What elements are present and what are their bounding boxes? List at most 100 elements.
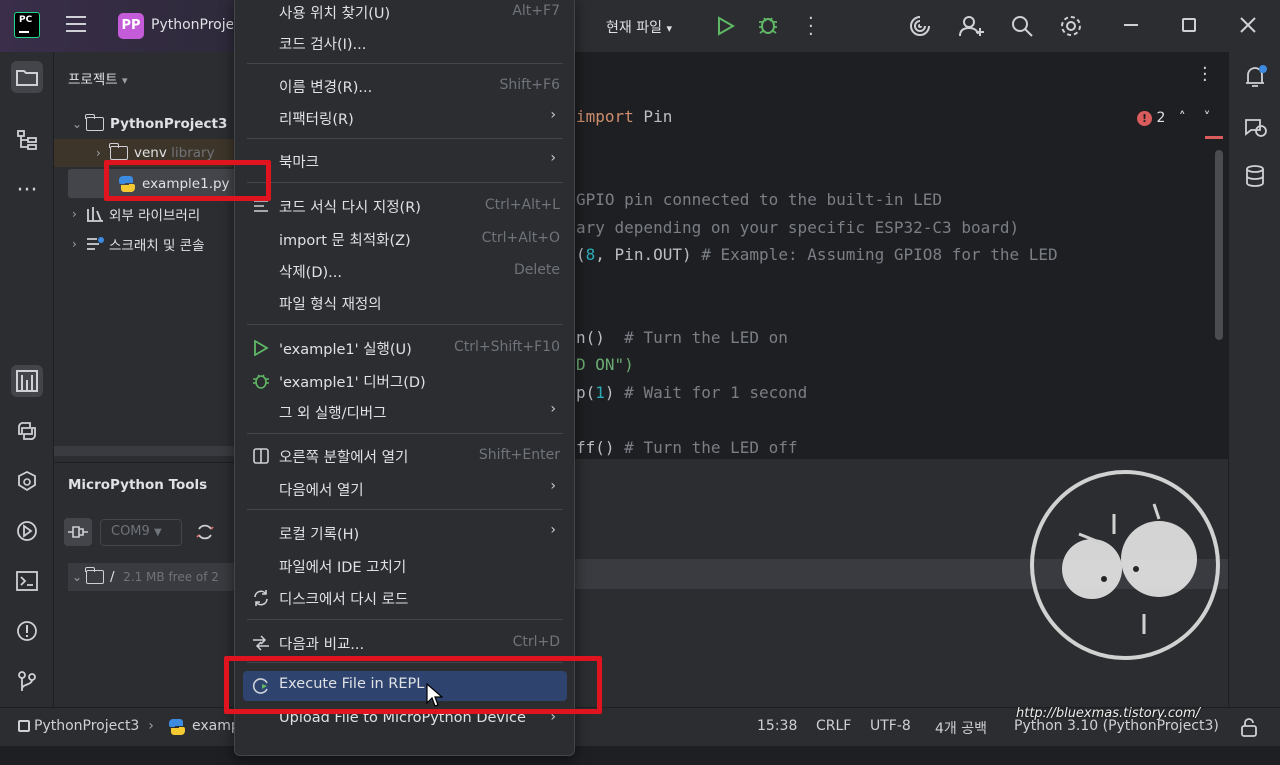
micropython-title: MicroPython Tools <box>68 477 208 493</box>
run-icon[interactable] <box>716 16 736 36</box>
menu-item-open-right-split[interactable]: 오른쪽 분할에서 열기 Shift+Enter <box>235 441 576 471</box>
menu-item-run[interactable]: 'example1' 실행(U) Ctrl+Shift+F10 <box>235 333 576 363</box>
run-icon <box>251 339 271 357</box>
gear-icon[interactable] <box>1059 14 1083 38</box>
more-icon[interactable]: · · · <box>808 10 814 44</box>
menu-label: 코드 서식 다시 지정(R) <box>279 200 421 216</box>
watermark-url: http://bluexmas.tistory.com/ <box>1016 706 1200 721</box>
project-panel-header[interactable]: 프로젝트 ▾ <box>68 68 128 88</box>
notifications-icon[interactable] <box>1243 64 1269 90</box>
ai-chat-icon[interactable] <box>1243 116 1269 140</box>
project-badge[interactable]: PP <box>118 13 144 39</box>
menu-shortcut: Delete <box>514 262 560 278</box>
chevron-right-icon: › <box>550 150 556 166</box>
tree-label: venv <box>134 145 167 161</box>
search-icon[interactable] <box>1010 14 1034 38</box>
database-icon[interactable] <box>1243 164 1267 190</box>
menu-item-reload-from-disk[interactable]: 디스크에서 다시 로드 <box>235 583 576 613</box>
add-user-icon[interactable] <box>959 14 985 38</box>
caret-position[interactable]: 15:38 <box>757 718 797 734</box>
python-console-icon[interactable] <box>11 415 43 447</box>
project-tool-icon[interactable] <box>11 61 43 93</box>
python-file-icon <box>169 719 185 735</box>
structure-tool-icon[interactable] <box>11 124 43 156</box>
context-menu: 사용 위치 찾기(U) Alt+F7 코드 검사(I)... 이름 변경(R)..… <box>234 0 575 756</box>
tree-item-external-libraries[interactable]: › 외부 라이브러리 <box>72 200 200 228</box>
maximize-icon[interactable] <box>1182 18 1196 32</box>
chevron-right-icon: › <box>550 478 556 494</box>
code-token: D ON") <box>576 355 634 374</box>
line-separator[interactable]: CRLF <box>816 718 851 734</box>
tree-item-root[interactable]: ⌄ PythonProject3 <box>72 110 227 138</box>
ai-assistant-icon[interactable] <box>908 14 932 38</box>
vertical-scrollbar[interactable] <box>1215 150 1223 340</box>
port-select[interactable]: COM9 ▼ <box>100 519 182 546</box>
error-stripe-marker <box>1205 136 1223 139</box>
tree-label: PythonProject3 <box>110 116 228 132</box>
fs-root-item[interactable]: ⌄ / 2.1 MB free of 2 <box>72 563 219 591</box>
services-icon[interactable] <box>11 515 43 547</box>
menu-item-optimize-imports[interactable]: import 문 최적화(Z) Ctrl+Alt+O <box>235 224 576 254</box>
tree-hint: library <box>171 145 215 161</box>
problems-icon[interactable] <box>11 615 43 647</box>
watermark-drawing <box>1062 503 1197 634</box>
menu-item-inspect-code[interactable]: 코드 검사(I)... <box>235 28 576 58</box>
menu-item-refactor[interactable]: 리팩터링(R) › <box>235 103 576 133</box>
watermark-seal <box>1030 470 1220 660</box>
chevron-up-icon[interactable]: ˄ <box>1179 110 1186 126</box>
file-encoding[interactable]: UTF-8 <box>870 718 911 734</box>
more-tools-icon[interactable]: ··· <box>11 175 43 207</box>
python-packages-icon[interactable] <box>11 465 43 497</box>
menu-item-open-in[interactable]: 다음에서 열기 › <box>235 474 576 504</box>
menu-label: 사용 위치 찾기(U) <box>279 6 391 22</box>
indent-setting[interactable]: 4개 공백 <box>935 718 987 738</box>
library-icon <box>87 207 103 222</box>
minimize-icon[interactable] <box>1124 24 1138 26</box>
inspection-widget[interactable]: ! 2 ˄ ˅ <box>1137 110 1211 126</box>
menu-label: 리팩터링(R) <box>279 112 354 128</box>
code-line-1: import Pin <box>576 107 672 126</box>
chevron-down-icon[interactable]: ˅ <box>1204 110 1211 126</box>
pycharm-logo-icon[interactable]: PC <box>14 12 40 38</box>
menu-item-bookmarks[interactable]: 북마크 › <box>235 146 576 176</box>
chevron-down-icon: ▾ <box>121 74 128 87</box>
code-line-5: n() # Turn the LED on <box>576 328 788 347</box>
lock-icon[interactable] <box>1240 717 1258 737</box>
menu-item-more-run-debug[interactable]: 그 외 실행/디버그 › <box>235 397 576 427</box>
menu-item-compare-with[interactable]: 다음과 비교... Ctrl+D <box>235 628 576 658</box>
main-menu-icon[interactable] <box>66 16 86 34</box>
menu-item-partial[interactable] <box>235 735 576 765</box>
code-line-7: p(1) # Wait for 1 second <box>576 383 807 402</box>
menu-shortcut: Shift+F6 <box>499 77 560 93</box>
menu-item-delete[interactable]: 삭제(D)... Delete <box>235 256 576 286</box>
project-name[interactable]: PythonProje <box>151 17 233 33</box>
breadcrumb[interactable]: PythonProject3 › <box>34 718 154 734</box>
micropython-tool-icon[interactable] <box>11 365 43 397</box>
toggle-tool-windows-icon[interactable] <box>18 720 30 732</box>
menu-item-reformat-code[interactable]: 코드 서식 다시 지정(R) Ctrl+Alt+L <box>235 191 576 221</box>
menu-item-override-file-type[interactable]: 파일 형식 재정의 <box>235 288 576 318</box>
menu-item-local-history[interactable]: 로컬 기록(H) › <box>235 518 576 548</box>
breadcrumb-project[interactable]: PythonProject3 <box>34 718 139 734</box>
terminal-icon[interactable] <box>11 565 43 597</box>
close-icon[interactable] <box>1240 17 1256 33</box>
menu-label: 'example1' 실행(U) <box>279 342 412 358</box>
debug-icon[interactable] <box>757 14 779 36</box>
breadcrumb-file[interactable]: examp <box>192 718 240 734</box>
menu-separator <box>247 619 563 620</box>
connect-icon[interactable] <box>64 518 92 546</box>
run-config-selector[interactable]: 현재 파일 ▾ <box>606 17 672 37</box>
menu-item-find-usages[interactable]: 사용 위치 찾기(U) Alt+F7 <box>235 0 576 27</box>
code-line-4: (8, Pin.OUT) # Example: Assuming GPIO8 f… <box>576 245 1058 264</box>
menu-label: 파일 형식 재정의 <box>279 297 382 313</box>
menu-item-debug[interactable]: 'example1' 디버그(D) <box>235 366 576 396</box>
run-config-label: 현재 파일 <box>606 20 662 36</box>
split-view-icon <box>251 447 271 465</box>
tree-item-scratches[interactable]: › 스크래치 및 콘솔 <box>72 230 205 258</box>
menu-item-rename[interactable]: 이름 변경(R)... Shift+F6 <box>235 71 576 101</box>
menu-item-repair-ide[interactable]: 파일에서 IDE 고치기 <box>235 551 576 581</box>
editor-options-icon[interactable]: · · · <box>1202 60 1208 90</box>
reconnect-icon[interactable] <box>194 521 216 543</box>
git-icon[interactable] <box>11 665 43 697</box>
horizontal-scrollbar[interactable] <box>54 446 234 456</box>
